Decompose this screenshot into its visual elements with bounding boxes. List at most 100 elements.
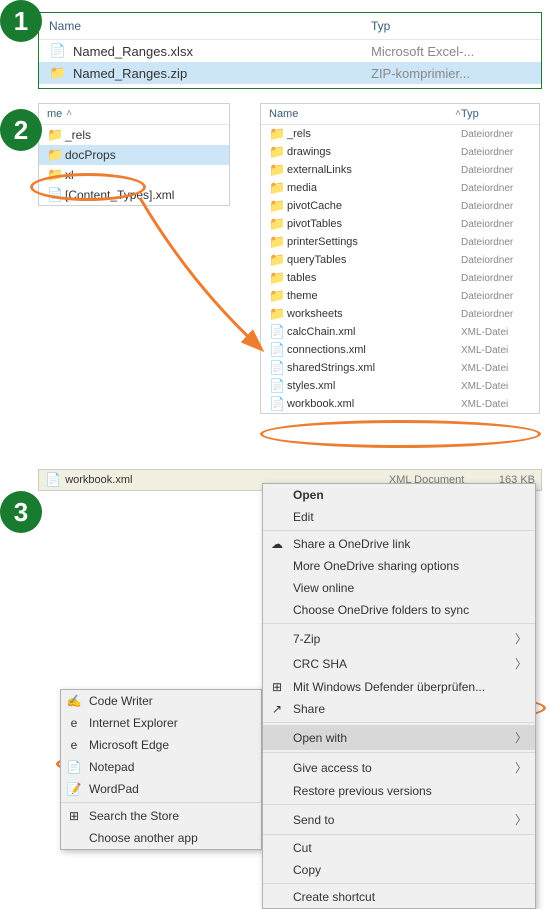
menu-item-create-shortcut[interactable]: Create shortcut bbox=[263, 886, 535, 908]
submenu-item-label: Notepad bbox=[89, 760, 134, 774]
menu-item-label: CRC SHA bbox=[293, 657, 515, 671]
file-row[interactable]: workbook.xmlXML-Datei bbox=[261, 395, 539, 413]
menu-item-label: Share bbox=[293, 702, 527, 716]
submenu-item-choose-another-app[interactable]: Choose another app bbox=[61, 827, 261, 849]
col-typ[interactable]: Typ bbox=[461, 108, 531, 120]
folder-row[interactable]: printerSettingsDateiordner bbox=[261, 233, 539, 251]
file-type: Microsoft Excel-... bbox=[371, 44, 531, 59]
folder-icon bbox=[47, 127, 61, 143]
folder-name: _rels bbox=[65, 128, 91, 142]
submenu-item-notepad[interactable]: 📄 Notepad bbox=[61, 756, 261, 778]
folder-row[interactable]: docProps bbox=[39, 145, 229, 165]
item-name: theme bbox=[287, 290, 461, 302]
folder-icon bbox=[269, 306, 283, 322]
col-name[interactable]: Name bbox=[269, 108, 451, 120]
item-name: sharedStrings.xml bbox=[287, 362, 461, 374]
menu-item-label: View online bbox=[293, 581, 527, 595]
mini-header: me ˄ bbox=[39, 104, 229, 125]
item-name: pivotCache bbox=[287, 200, 461, 212]
menu-item-open-with[interactable]: Open with〉 bbox=[263, 725, 535, 750]
item-name: queryTables bbox=[287, 254, 461, 266]
menu-item-choose-onedrive-folders-to-sync[interactable]: Choose OneDrive folders to sync bbox=[263, 599, 535, 621]
menu-item-crc-sha[interactable]: CRC SHA〉 bbox=[263, 651, 535, 676]
submenu-item-search-the-store[interactable]: ⊞Search the Store bbox=[61, 805, 261, 827]
menu-item-label: Give access to bbox=[293, 761, 515, 775]
menu-item-label: Restore previous versions bbox=[293, 784, 527, 798]
app-icon: 📝 bbox=[66, 782, 82, 796]
menu-item-copy[interactable]: Copy bbox=[263, 859, 535, 881]
submenu-item-code-writer[interactable]: ✍Code Writer bbox=[61, 690, 261, 712]
folder-row[interactable]: queryTablesDateiordner bbox=[261, 251, 539, 269]
file-row[interactable]: connections.xmlXML-Datei bbox=[261, 341, 539, 359]
folder-icon bbox=[269, 180, 283, 196]
col-name[interactable]: Name bbox=[49, 19, 371, 33]
item-name: workbook.xml bbox=[287, 398, 461, 410]
folder-icon bbox=[269, 198, 283, 214]
menu-separator bbox=[263, 834, 535, 835]
menu-separator bbox=[263, 804, 535, 805]
file-row[interactable]: Named_Ranges.zip ZIP-komprimier... bbox=[39, 62, 541, 84]
step-1-badge: 1 bbox=[0, 0, 42, 42]
menu-item-label: Open bbox=[293, 488, 527, 502]
folder-row[interactable]: _relsDateiordner bbox=[261, 125, 539, 143]
menu-item-more-onedrive-sharing-options[interactable]: More OneDrive sharing options bbox=[263, 555, 535, 577]
file-row[interactable]: [Content_Types].xml bbox=[39, 185, 229, 205]
submenu-item-wordpad[interactable]: 📝WordPad bbox=[61, 778, 261, 800]
menu-item-icon: ↗ bbox=[269, 702, 285, 716]
item-type: Dateiordner bbox=[461, 129, 531, 140]
menu-item-mit-windows-defender-berpr-fen[interactable]: ⊞Mit Windows Defender überprüfen... bbox=[263, 676, 535, 698]
folder-row-xl[interactable]: xl bbox=[39, 165, 229, 185]
menu-item-edit[interactable]: Edit bbox=[263, 506, 535, 528]
folder-row[interactable]: worksheetsDateiordner bbox=[261, 305, 539, 323]
item-type: XML-Datei bbox=[461, 345, 531, 356]
submenu-item-microsoft-edge[interactable]: eMicrosoft Edge bbox=[61, 734, 261, 756]
submenu-arrow-icon: 〉 bbox=[515, 811, 527, 828]
col-name[interactable]: me bbox=[47, 108, 62, 120]
folder-row[interactable]: pivotCacheDateiordner bbox=[261, 197, 539, 215]
folder-row[interactable]: mediaDateiordner bbox=[261, 179, 539, 197]
app-icon: 📄 bbox=[66, 760, 82, 774]
folder-row[interactable]: drawingsDateiordner bbox=[261, 143, 539, 161]
menu-item-7-zip[interactable]: 7-Zip〉 bbox=[263, 626, 535, 651]
item-name: calcChain.xml bbox=[287, 326, 461, 338]
folder-row[interactable]: tablesDateiordner bbox=[261, 269, 539, 287]
folder-row[interactable]: _rels bbox=[39, 125, 229, 145]
item-name: connections.xml bbox=[287, 344, 461, 356]
col-typ[interactable]: Typ bbox=[371, 19, 531, 33]
menu-item-cut[interactable]: Cut bbox=[263, 837, 535, 859]
submenu-arrow-icon: 〉 bbox=[515, 729, 527, 746]
folder-icon bbox=[269, 252, 283, 268]
right-header: Name ˄ Typ bbox=[261, 104, 539, 125]
menu-item-give-access-to[interactable]: Give access to〉 bbox=[263, 755, 535, 780]
explorer-header: Name Typ bbox=[39, 13, 541, 40]
file-name: Named_Ranges.xlsx bbox=[73, 44, 371, 59]
menu-item-share[interactable]: ↗ Share bbox=[263, 698, 535, 720]
menu-item-open[interactable]: Open bbox=[263, 484, 535, 506]
file-row[interactable]: Named_Ranges.xlsx Microsoft Excel-... bbox=[39, 40, 541, 62]
menu-item-send-to[interactable]: Send to〉 bbox=[263, 807, 535, 832]
xml-file-icon bbox=[269, 324, 283, 340]
item-type: Dateiordner bbox=[461, 183, 531, 194]
folder-row[interactable]: externalLinksDateiordner bbox=[261, 161, 539, 179]
folder-row[interactable]: pivotTablesDateiordner bbox=[261, 215, 539, 233]
item-type: Dateiordner bbox=[461, 237, 531, 248]
folder-icon bbox=[47, 147, 61, 163]
step-3-badge: 3 bbox=[0, 491, 42, 533]
xml-file-icon bbox=[47, 187, 61, 203]
menu-item-share-a-onedrive-link[interactable]: ☁Share a OneDrive link bbox=[263, 533, 535, 555]
item-type: Dateiordner bbox=[461, 219, 531, 230]
menu-item-view-online[interactable]: View online bbox=[263, 577, 535, 599]
highlight-ellipse-workbook bbox=[260, 420, 541, 448]
item-name: externalLinks bbox=[287, 164, 461, 176]
menu-item-label: More OneDrive sharing options bbox=[293, 559, 527, 573]
item-type: Dateiordner bbox=[461, 273, 531, 284]
folder-row[interactable]: themeDateiordner bbox=[261, 287, 539, 305]
item-name: printerSettings bbox=[287, 236, 461, 248]
submenu-item-internet-explorer[interactable]: eInternet Explorer bbox=[61, 712, 261, 734]
file-row[interactable]: sharedStrings.xmlXML-Datei bbox=[261, 359, 539, 377]
menu-item-restore-previous-versions[interactable]: Restore previous versions bbox=[263, 780, 535, 802]
file-row[interactable]: styles.xmlXML-Datei bbox=[261, 377, 539, 395]
file-row[interactable]: calcChain.xmlXML-Datei bbox=[261, 323, 539, 341]
menu-item-label: Share a OneDrive link bbox=[293, 537, 527, 551]
item-name: tables bbox=[287, 272, 461, 284]
